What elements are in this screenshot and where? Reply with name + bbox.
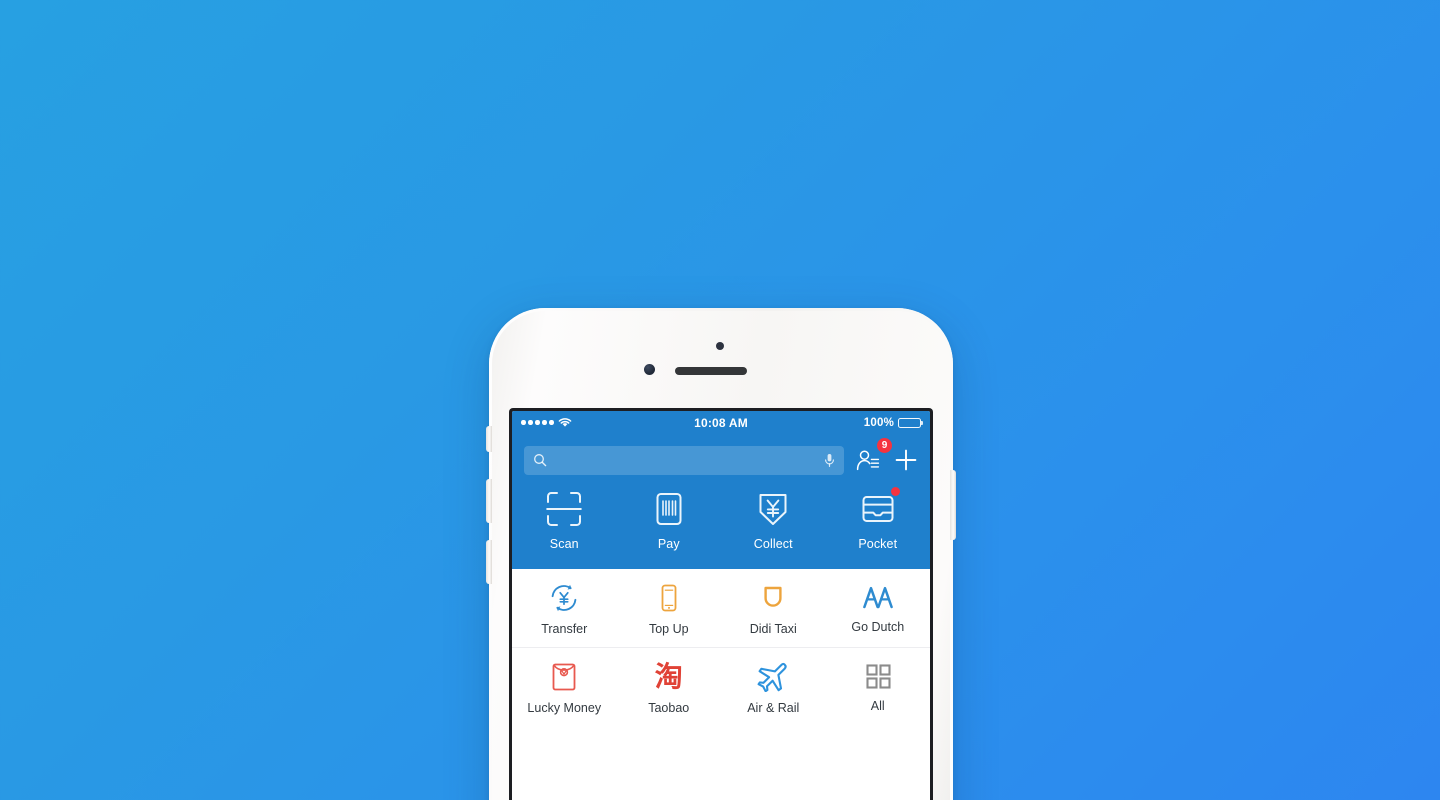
card-holder-icon <box>859 490 897 528</box>
scan-icon <box>545 490 583 528</box>
app-header: 9 Scan Pay Collect Pocket <box>512 434 930 569</box>
earpiece-speaker <box>675 367 747 375</box>
services-row-2: Lucky Money 淘 Taobao Air & Rail All <box>512 647 930 726</box>
proximity-sensor-icon <box>716 342 724 350</box>
plus-icon <box>894 448 918 472</box>
contacts-badge: 9 <box>877 438 892 453</box>
service-label: Transfer <box>541 622 588 636</box>
battery-icon <box>898 417 924 428</box>
airplane-icon <box>757 662 789 692</box>
transfer-yuan-icon <box>549 583 579 613</box>
friends-icon <box>856 449 880 471</box>
ring-switch-button[interactable] <box>486 426 492 452</box>
quick-action-scan[interactable]: Scan <box>512 490 617 551</box>
red-envelope-icon <box>550 662 578 692</box>
quick-action-label: Scan <box>549 537 579 551</box>
microphone-icon[interactable] <box>824 453 835 468</box>
service-top-up[interactable]: Top Up <box>617 583 722 636</box>
contacts-button[interactable]: 9 <box>852 438 892 475</box>
service-didi-taxi[interactable]: Didi Taxi <box>721 583 826 636</box>
services-grid: Transfer Top Up Didi Taxi Go Dutch Lucky… <box>512 569 930 726</box>
taobao-icon: 淘 <box>654 660 683 693</box>
service-label: Didi Taxi <box>749 622 797 636</box>
service-lucky-money[interactable]: Lucky Money <box>512 662 617 715</box>
service-taobao[interactable]: 淘 Taobao <box>617 660 722 716</box>
service-air-rail[interactable]: Air & Rail <box>721 662 826 715</box>
service-label: All <box>870 699 885 713</box>
pocket-notification-dot <box>891 487 900 496</box>
search-input[interactable] <box>553 453 824 467</box>
quick-action-pay[interactable]: Pay <box>617 490 722 551</box>
volume-down-button[interactable] <box>486 540 492 584</box>
front-camera-icon <box>644 364 655 375</box>
search-icon <box>533 453 547 467</box>
power-button[interactable] <box>950 470 956 540</box>
service-label: Taobao <box>648 701 690 715</box>
status-bar-right: 100% <box>863 416 924 429</box>
status-bar: 10:08 AM 100% <box>512 411 930 434</box>
quick-action-label: Pocket <box>858 537 898 551</box>
battery-percent-label: 100% <box>863 416 894 429</box>
quick-action-collect[interactable]: Collect <box>721 490 826 551</box>
volume-up-button[interactable] <box>486 479 492 523</box>
quick-action-label: Collect <box>753 537 793 551</box>
service-label: Top Up <box>648 622 689 636</box>
quick-actions-row: Scan Pay Collect Pocket <box>512 486 930 565</box>
search-row: 9 <box>512 434 930 486</box>
search-bar[interactable] <box>524 445 844 475</box>
phone-screen: 10:08 AM 100% 9 Scan Pay Collect Pocket … <box>512 411 930 800</box>
service-label: Go Dutch <box>851 620 905 634</box>
go-dutch-aa-icon <box>862 583 894 611</box>
collect-yuan-icon <box>754 490 792 528</box>
phone-device: 10:08 AM 100% 9 Scan Pay Collect Pocket … <box>486 308 956 800</box>
add-button[interactable] <box>892 445 920 475</box>
grid-all-icon <box>864 662 892 690</box>
service-label: Lucky Money <box>527 701 602 715</box>
mobile-phone-icon <box>654 583 684 613</box>
screen-bezel: 10:08 AM 100% 9 Scan Pay Collect Pocket … <box>509 408 933 800</box>
service-all[interactable]: All <box>826 662 931 715</box>
service-transfer[interactable]: Transfer <box>512 583 617 636</box>
quick-action-pocket[interactable]: Pocket <box>826 487 931 551</box>
quick-action-label: Pay <box>657 537 680 551</box>
service-label: Air & Rail <box>747 701 800 715</box>
service-go-dutch[interactable]: Go Dutch <box>826 583 931 636</box>
didi-taxi-icon <box>758 583 788 613</box>
services-row-1: Transfer Top Up Didi Taxi Go Dutch <box>512 569 930 647</box>
barcode-icon <box>650 490 688 528</box>
